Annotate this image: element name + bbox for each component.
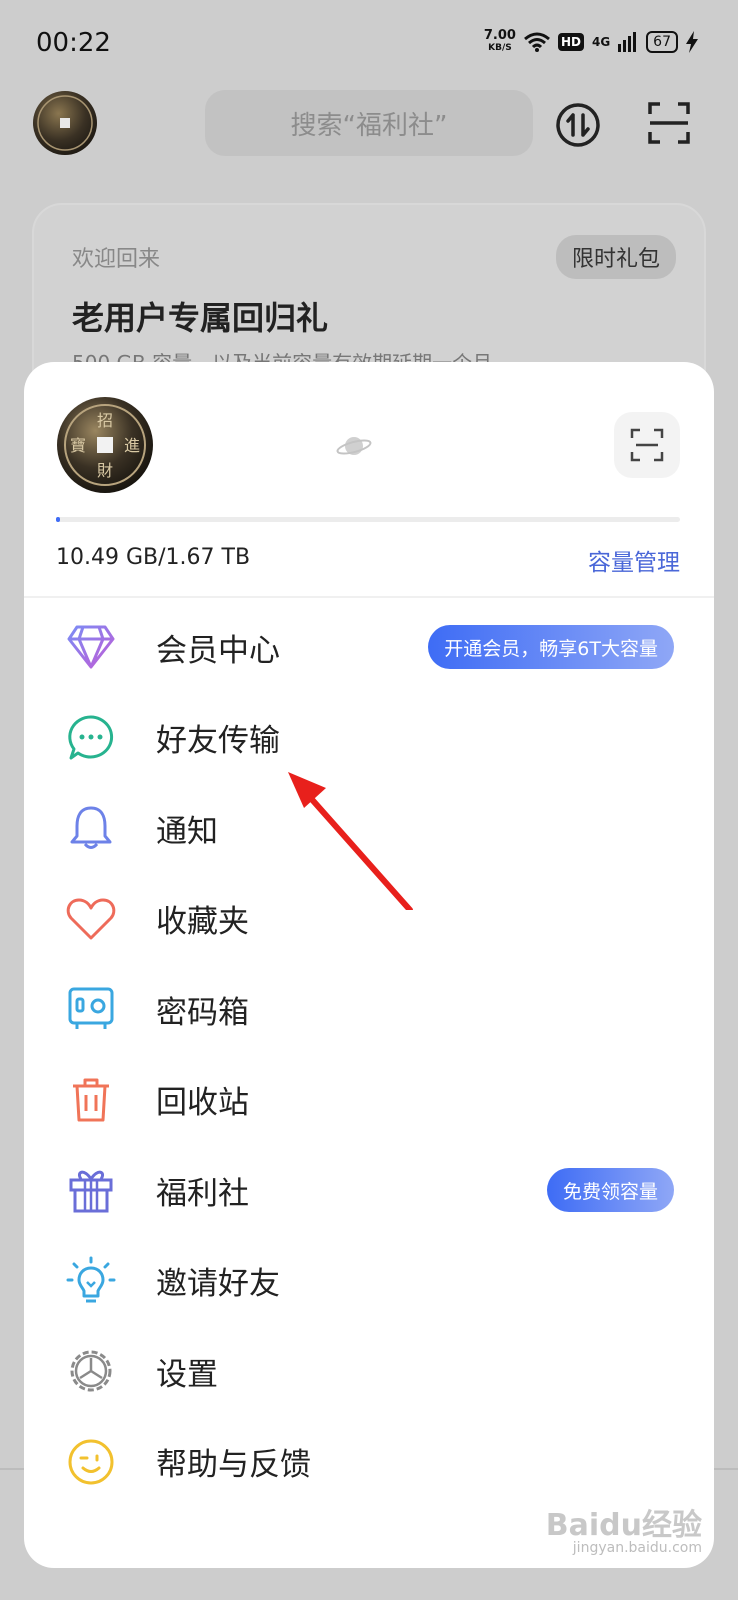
menu-label: 回收站 <box>156 1085 249 1122</box>
menu-label: 帮助与反馈 <box>156 1447 311 1484</box>
menu-label: 设置 <box>156 1356 218 1393</box>
menu-item-member-center[interactable]: 会员中心 开通会员，畅享6T大容量 <box>24 602 714 693</box>
safe-icon <box>66 984 116 1034</box>
trash-icon <box>66 1075 116 1125</box>
vip-promo-tag[interactable]: 开通会员，畅享6T大容量 <box>428 625 674 670</box>
battery-level: 67 <box>646 31 678 53</box>
user-avatar[interactable] <box>32 90 98 156</box>
net-speed-value: 7.00 <box>483 28 516 43</box>
storage-manage-link[interactable]: 容量管理 <box>588 543 680 577</box>
search-input[interactable]: 搜索“福利社” <box>205 90 533 156</box>
svg-text:進: 進 <box>124 436 140 455</box>
hd-badge: HD <box>557 33 584 51</box>
charging-icon <box>686 31 698 53</box>
menu-item-invite-friends[interactable]: 邀请好友 <box>24 1236 714 1327</box>
chat-bubble-icon <box>66 713 116 763</box>
svg-text:寶: 寶 <box>70 436 86 455</box>
scan-icon <box>630 428 664 462</box>
net-speed-unit: KB/S <box>488 43 512 53</box>
bell-icon <box>66 803 116 853</box>
storage-progress-fill <box>56 517 60 522</box>
watermark: Baidu经验 <box>545 1508 702 1543</box>
status-time: 00:22 <box>36 28 111 58</box>
promo-welcome: 欢迎回来 <box>72 247 161 272</box>
scan-icon[interactable] <box>648 102 690 144</box>
storage-usage-text: 10.49 GB/1.67 TB <box>56 545 251 570</box>
free-storage-tag[interactable]: 免费领容量 <box>546 1168 674 1213</box>
menu-label: 邀请好友 <box>156 1266 280 1303</box>
signal-icon <box>618 32 637 52</box>
planet-icon <box>336 437 372 455</box>
menu-item-settings[interactable]: 设置 <box>24 1326 714 1417</box>
menu-label: 密码箱 <box>156 994 249 1031</box>
heart-icon <box>66 894 116 944</box>
gift-icon <box>66 1165 116 1215</box>
menu-item-welfare[interactable]: 福利社 免费领容量 <box>24 1145 714 1236</box>
sheet-avatar[interactable]: 招 財 寶 進 <box>56 396 154 494</box>
transfer-icon[interactable] <box>555 102 601 148</box>
diamond-icon <box>66 622 116 672</box>
promo-title: 老用户专属回归礼 <box>72 299 329 337</box>
menu-label: 好友传输 <box>156 723 280 760</box>
menu-label: 通知 <box>156 813 218 850</box>
account-sheet: 招 財 寶 進 10.49 GB/1.67 TB 容量管理 会员中心 开通会员，… <box>24 362 714 1568</box>
network-type: 4G <box>591 35 611 49</box>
svg-text:招: 招 <box>97 411 113 430</box>
lightbulb-icon <box>66 1256 116 1306</box>
menu-label: 会员中心 <box>156 632 280 669</box>
status-bar: 00:22 7.00 KB/S HD 4G 67 <box>0 0 738 90</box>
svg-text:財: 財 <box>97 461 113 480</box>
menu-item-help-feedback[interactable]: 帮助与反馈 <box>24 1417 714 1508</box>
promo-badge[interactable]: 限时礼包 <box>555 235 676 279</box>
menu-item-password-box[interactable]: 密码箱 <box>24 964 714 1055</box>
annotation-arrow <box>288 772 413 910</box>
status-icons: 7.00 KB/S HD 4G 67 <box>483 28 698 54</box>
section-divider <box>24 596 714 598</box>
menu-list: 会员中心 开通会员，畅享6T大容量 好友传输 通知 收藏夹 密码箱 回收站 福利… <box>24 602 714 1507</box>
gear-icon <box>66 1346 116 1396</box>
menu-label: 收藏夹 <box>156 904 249 941</box>
wifi-icon <box>523 32 550 52</box>
menu-label: 福利社 <box>156 1175 249 1212</box>
smiley-icon <box>66 1437 116 1487</box>
storage-progress-bar <box>56 517 680 522</box>
net-speed: 7.00 KB/S <box>483 28 516 54</box>
sheet-scan-button[interactable] <box>614 412 680 478</box>
menu-item-recycle-bin[interactable]: 回收站 <box>24 1055 714 1146</box>
watermark-url: jingyan.baidu.com <box>572 1540 702 1556</box>
